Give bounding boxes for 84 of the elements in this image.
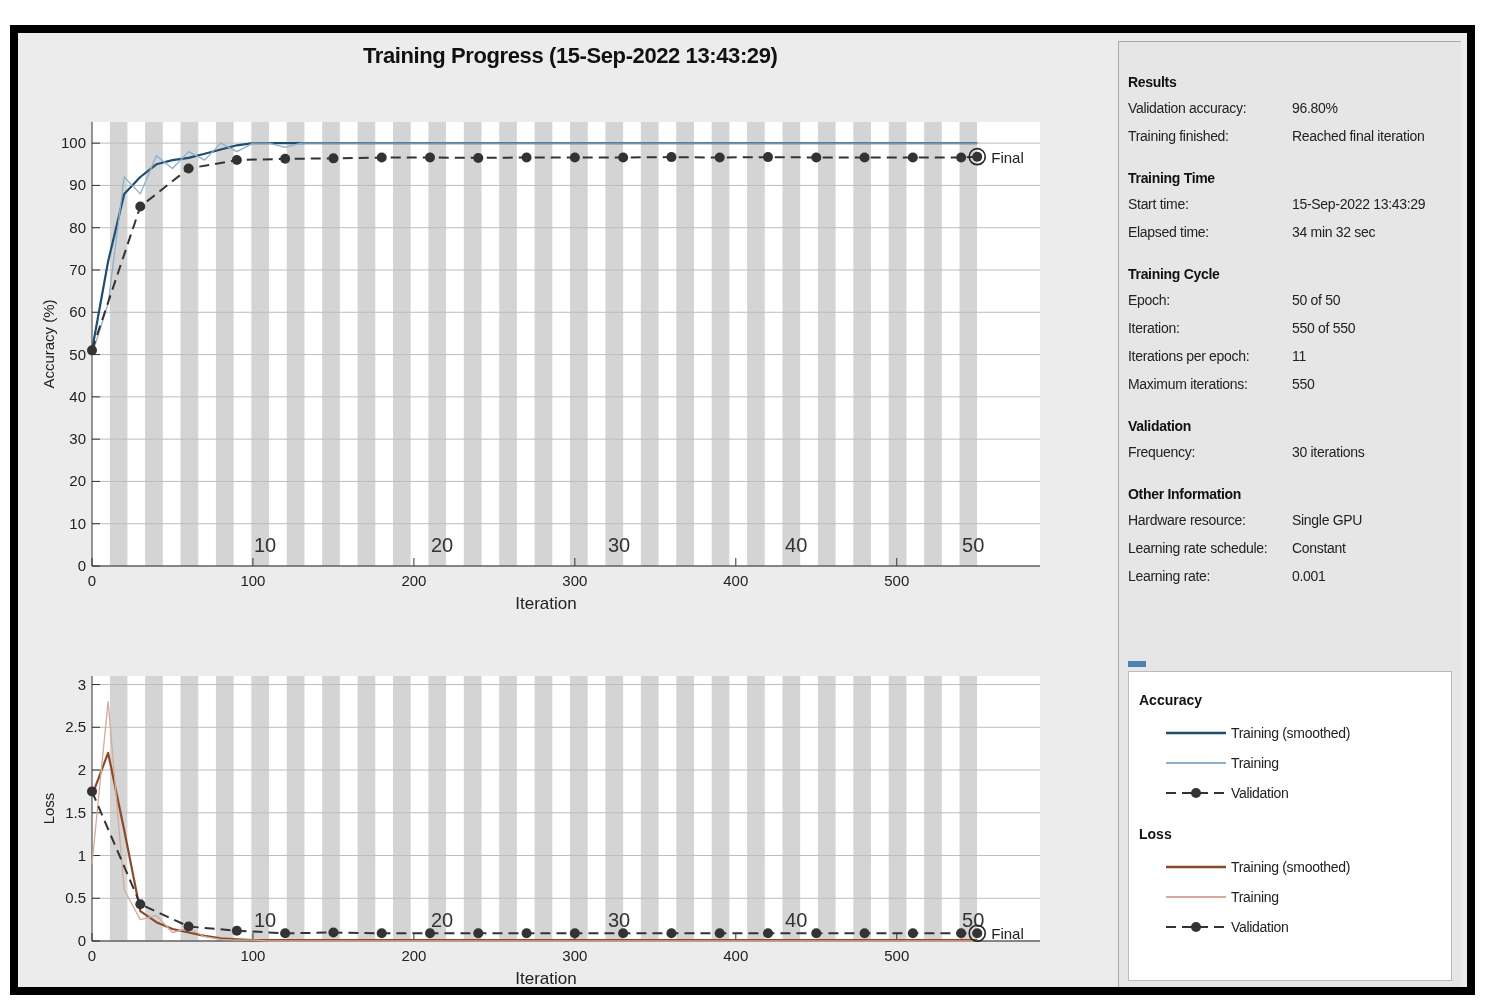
section-heading: Other Information — [1128, 486, 1243, 504]
info-value: Constant — [1292, 540, 1346, 558]
info-value: Reached final iteration — [1292, 128, 1425, 146]
info-label: Hardware resource: — [1128, 512, 1247, 530]
info-label: Maximum iterations: — [1128, 376, 1249, 394]
tick-label: 3 — [77, 675, 86, 693]
tick-label: 40 — [69, 387, 86, 405]
info-label: Validation accuracy: — [1128, 100, 1248, 118]
tick-label: 0 — [77, 932, 86, 949]
epoch-label: 20 — [430, 909, 454, 931]
info-value: 550 — [1292, 376, 1315, 394]
info-value: 34 min 32 sec — [1292, 224, 1376, 242]
info-value: 11 — [1292, 348, 1306, 366]
tick-label: 1.5 — [65, 803, 86, 821]
epoch-label: 40 — [785, 909, 808, 931]
section-heading: Results — [1128, 74, 1178, 92]
info-value: 96.80% — [1292, 100, 1338, 118]
axis-label: Iteration — [515, 594, 577, 613]
chart-title: Training Progress (15-Sep-2022 13:43:29) — [362, 42, 779, 70]
axis-label: Loss — [40, 792, 57, 825]
info-value: 15-Sep-2022 13:43:29 — [1292, 196, 1426, 214]
tick-label: 1 — [77, 846, 86, 864]
final-label: Final — [991, 925, 1024, 943]
epoch-label: 50 — [962, 909, 985, 931]
info-label: Epoch: — [1128, 292, 1171, 310]
tick-label: 500 — [884, 572, 910, 589]
tick-label: 0 — [87, 572, 97, 589]
tick-label: 200 — [401, 947, 427, 964]
tick-label: 100 — [240, 947, 266, 964]
info-value: 0.001 — [1292, 568, 1326, 586]
tick-label: 2 — [77, 761, 86, 779]
info-value: 30 iterations — [1292, 444, 1365, 462]
epoch-label: 50 — [962, 534, 985, 556]
info-label: Iteration: — [1128, 320, 1181, 338]
info-label: Learning rate: — [1128, 568, 1212, 586]
tick-label: 30 — [69, 430, 86, 448]
legend-label: Validation — [1231, 919, 1289, 935]
tick-label: 300 — [562, 572, 588, 589]
final-label: Final — [991, 148, 1024, 166]
info-label: Start time: — [1128, 196, 1190, 214]
section-heading: Training Time — [1128, 170, 1216, 188]
section-heading: Training Cycle — [1128, 266, 1221, 284]
tick-label: 0 — [87, 947, 97, 964]
tick-label: 50 — [69, 345, 86, 363]
legend-label: Training — [1231, 889, 1279, 905]
tick-label: 400 — [723, 947, 749, 964]
tick-label: 2.5 — [65, 718, 86, 736]
tick-label: 10 — [69, 514, 86, 532]
info-label: Frequency: — [1128, 444, 1197, 462]
tick-label: 0 — [77, 557, 86, 574]
epoch-label: 40 — [785, 534, 808, 556]
info-value: 50 of 50 — [1292, 292, 1341, 310]
legend-label: Training (smoothed) — [1231, 859, 1351, 875]
epoch-label: 30 — [608, 909, 631, 931]
tick-label: 400 — [723, 572, 749, 589]
legend-label: Training — [1231, 755, 1279, 771]
legend-heading: Accuracy — [1139, 692, 1204, 708]
info-label: Training finished: — [1128, 128, 1230, 146]
info-label: Iterations per epoch: — [1128, 348, 1251, 366]
tick-label: 0.5 — [65, 889, 86, 907]
tick-label: 100 — [240, 572, 266, 589]
tick-label: 80 — [69, 218, 86, 236]
legend-heading: Loss — [1139, 826, 1173, 842]
tick-label: 200 — [401, 572, 427, 589]
section-heading: Validation — [1128, 418, 1193, 436]
info-label: Learning rate schedule: — [1128, 540, 1269, 558]
legend-label: Validation — [1231, 785, 1289, 801]
tick-label: 60 — [69, 303, 86, 321]
epoch-label: 10 — [253, 534, 277, 556]
info-label: Elapsed time: — [1128, 224, 1210, 242]
axis-label: Accuracy (%) — [40, 299, 57, 389]
tick-label: 100 — [60, 134, 86, 152]
axis-label: Iteration — [515, 969, 577, 987]
epoch-label: 20 — [430, 534, 454, 556]
tick-label: 300 — [562, 947, 588, 964]
info-value: Single GPU — [1292, 512, 1363, 530]
epoch-label: 30 — [608, 534, 631, 556]
tick-label: 500 — [884, 947, 910, 964]
info-value: 550 of 550 — [1292, 320, 1356, 338]
epoch-label: 10 — [253, 909, 277, 931]
tick-label: 70 — [69, 261, 86, 278]
legend-label: Training (smoothed) — [1231, 725, 1351, 741]
tick-label: 90 — [69, 176, 86, 194]
tick-label: 20 — [69, 472, 86, 490]
